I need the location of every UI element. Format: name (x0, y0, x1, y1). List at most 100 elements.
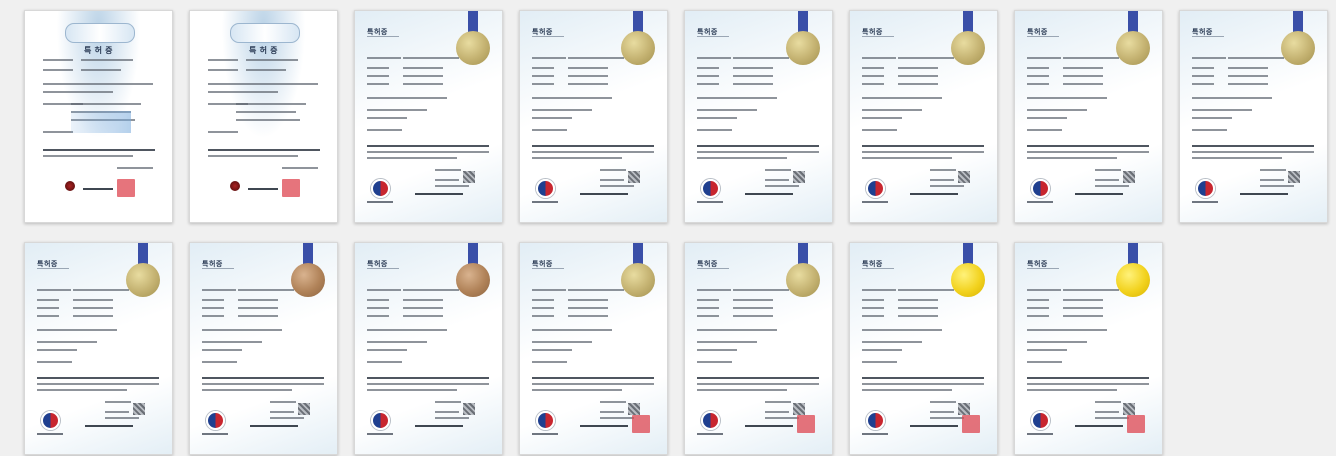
certificate-text-line (367, 97, 447, 99)
certificate-thumbnail[interactable]: 특허증 (849, 242, 998, 455)
certificate-text-line (697, 75, 719, 77)
certificate-text-line (600, 169, 626, 171)
certificate-text-line (765, 401, 791, 403)
certificate-subtitle-rule (37, 268, 69, 269)
certificate-text-line (367, 341, 427, 343)
certificate-text-line (37, 377, 159, 379)
office-emblem-icon (41, 411, 60, 430)
certificate-text-line (1095, 411, 1119, 413)
certificate-text-line (208, 69, 238, 71)
signature-line (250, 425, 298, 427)
medal-icon (621, 263, 655, 297)
certificate-text-line (898, 57, 954, 59)
certificate-text-line (367, 145, 489, 147)
certificate-text-line (1063, 299, 1103, 301)
certificate-gallery: 특 허 증특 허 증 특허증 특허증 특허증 특허증 특허증 특허증 특허증 특허증 특허증 특허… (0, 0, 1336, 456)
certificate-text-line (532, 57, 566, 59)
certificate-text-line (532, 329, 612, 331)
certificate-text-line (238, 299, 278, 301)
certificate-text-line (1027, 109, 1087, 111)
certificate-thumbnail[interactable]: 특허증 (849, 10, 998, 223)
certificate-text-line (73, 289, 129, 291)
certificate-thumbnail[interactable]: 특허증 (519, 10, 668, 223)
certificate-text-line (367, 117, 407, 119)
medal-icon (1116, 31, 1150, 65)
certificate-text-line (862, 57, 896, 59)
medal-icon (291, 263, 325, 297)
signature-line (580, 193, 628, 195)
certificate-thumbnail[interactable]: 특허증 (684, 242, 833, 455)
medal-icon (126, 263, 160, 297)
certificate-text-line (37, 361, 72, 363)
certificate-text-line (403, 315, 443, 317)
certificate-text-line (532, 117, 572, 119)
certificate-thumbnail[interactable]: 특 허 증 (24, 10, 173, 223)
certificate-text-line (1095, 417, 1129, 419)
certificate-text-line (1192, 83, 1214, 85)
certificate-text-line (43, 131, 73, 133)
certificate-text-line (208, 155, 298, 157)
certificate-text-line (1027, 315, 1049, 317)
certificate-text-line (532, 109, 592, 111)
certificate-text-line (246, 69, 286, 71)
certificate-text-line (697, 377, 819, 379)
certificate-text-line (1260, 169, 1286, 171)
certificate-text-line (930, 417, 964, 419)
certificate-text-line (208, 91, 278, 93)
certificate-text-line (1095, 401, 1121, 403)
certificate-text-line (532, 83, 554, 85)
qr-code-icon (628, 171, 640, 183)
certificate-text-line (367, 129, 402, 131)
certificate-text-line (1027, 329, 1107, 331)
qr-code-icon (298, 403, 310, 415)
certificate-thumbnail[interactable]: 특허증 (354, 10, 503, 223)
office-emblem-caption (697, 433, 723, 435)
certificate-text-line (1027, 377, 1149, 379)
certificate-thumbnail[interactable]: 특허증 (1014, 242, 1163, 455)
certificate-text-line (697, 349, 737, 351)
certificate-text-line (202, 315, 224, 317)
certificate-thumbnail[interactable]: 특허증 (519, 242, 668, 455)
certificate-thumbnail[interactable]: 특허증 (1014, 10, 1163, 223)
qr-code-icon (1123, 171, 1135, 183)
certificate-text-line (43, 59, 73, 61)
certificate-subtitle-rule (367, 268, 399, 269)
certificate-text-line (43, 155, 133, 157)
certificate-text-line (236, 111, 296, 113)
certificate-thumbnail[interactable]: 특허증 (354, 242, 503, 455)
certificate-text-line (862, 129, 897, 131)
certificate-text-line (697, 389, 787, 391)
certificate-text-line (367, 307, 389, 309)
certificate-thumbnail[interactable]: 특허증 (684, 10, 833, 223)
certificate-text-line (246, 59, 298, 61)
office-emblem-icon (206, 411, 225, 430)
medal-icon (786, 31, 820, 65)
certificate-thumbnail[interactable]: 특 허 증 (189, 10, 338, 223)
certificate-text-line (600, 179, 624, 181)
gallery-row-2: 특허증 특허증 특허증 특허증 특허증 특허증 특허증 (24, 242, 1163, 455)
certificate-text-line (208, 59, 238, 61)
certificate-text-line (1027, 67, 1049, 69)
certificate-thumbnail[interactable]: 특허증 (189, 242, 338, 455)
red-seal-stamp (797, 415, 815, 433)
certificate-text-line (37, 349, 77, 351)
certificate-thumbnail[interactable]: 특허증 (24, 242, 173, 455)
certificate-text-line (403, 299, 443, 301)
office-emblem-caption (367, 433, 393, 435)
signature-line (910, 193, 958, 195)
certificate-subtitle-rule (697, 268, 729, 269)
certificate-text-line (697, 299, 719, 301)
certificate-text-line (367, 299, 389, 301)
certificate-text-line (532, 349, 572, 351)
certificate-text-line (236, 119, 300, 121)
certificate-text-line (1260, 179, 1284, 181)
certificate-text-line (862, 329, 942, 331)
certificate-text-line (898, 307, 938, 309)
certificate-text-line (697, 67, 719, 69)
medal-icon (621, 31, 655, 65)
certificate-text-line (862, 75, 884, 77)
certificate-thumbnail[interactable]: 특허증 (1179, 10, 1328, 223)
certificate-text-line (1027, 361, 1062, 363)
certificate-text-line (238, 289, 294, 291)
certificate-subtitle-rule (1192, 36, 1224, 37)
